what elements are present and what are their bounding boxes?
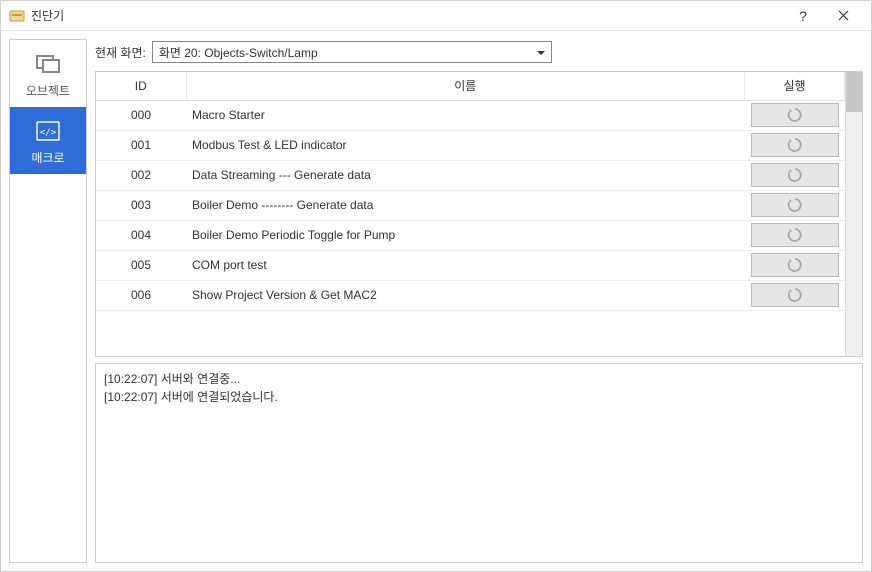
help-button[interactable]: ? (783, 2, 823, 30)
screen-label: 현재 화면: (95, 44, 146, 61)
sidebar: 오브젝트 </> 매크로 (9, 39, 87, 563)
screen-dropdown[interactable]: 화면 20: Objects-Switch/Lamp (152, 41, 552, 63)
macro-icon: </> (14, 117, 82, 145)
window-title: 진단기 (31, 7, 783, 24)
run-icon (787, 137, 803, 153)
table-row[interactable]: 001Modbus Test & LED indicator (96, 130, 845, 160)
run-button[interactable] (751, 103, 839, 127)
cell-name: Macro Starter (186, 100, 745, 130)
macro-table-container: ID 이름 실행 000Macro Starter001Modbus Test … (95, 71, 863, 357)
run-button[interactable] (751, 223, 839, 247)
table-row[interactable]: 000Macro Starter (96, 100, 845, 130)
chevron-down-icon (527, 45, 545, 59)
log-line: [10:22:07] 서버에 연결되었습니다. (104, 388, 854, 406)
cell-id: 002 (96, 160, 186, 190)
cell-id: 006 (96, 280, 186, 310)
run-button[interactable] (751, 193, 839, 217)
cell-id: 001 (96, 130, 186, 160)
sidebar-item-label: 매크로 (14, 149, 82, 166)
cell-id: 004 (96, 220, 186, 250)
run-icon (787, 107, 803, 123)
table-row[interactable]: 003Boiler Demo -------- Generate data (96, 190, 845, 220)
run-icon (787, 167, 803, 183)
cell-name: Boiler Demo Periodic Toggle for Pump (186, 220, 745, 250)
run-icon (787, 257, 803, 273)
cell-name: Show Project Version & Get MAC2 (186, 280, 745, 310)
cell-name: COM port test (186, 250, 745, 280)
col-header-id[interactable]: ID (96, 72, 186, 100)
log-panel[interactable]: [10:22:07] 서버와 연결중...[10:22:07] 서버에 연결되었… (95, 363, 863, 563)
sidebar-item-macro[interactable]: </> 매크로 (10, 107, 86, 174)
macro-table-scroll: ID 이름 실행 000Macro Starter001Modbus Test … (96, 72, 845, 356)
cell-run (745, 100, 845, 130)
run-button[interactable] (751, 283, 839, 307)
cell-run (745, 220, 845, 250)
screen-selector-row: 현재 화면: 화면 20: Objects-Switch/Lamp (95, 39, 863, 65)
scrollbar-thumb[interactable] (846, 72, 862, 112)
table-row[interactable]: 005COM port test (96, 250, 845, 280)
run-button[interactable] (751, 133, 839, 157)
titlebar: 진단기 ? (1, 1, 871, 31)
diagnostic-window: 진단기 ? 오브젝트 </> (0, 0, 872, 572)
col-header-run[interactable]: 실행 (745, 72, 845, 100)
cell-id: 005 (96, 250, 186, 280)
app-icon (9, 8, 25, 24)
table-row[interactable]: 002Data Streaming --- Generate data (96, 160, 845, 190)
cell-run (745, 130, 845, 160)
cell-run (745, 160, 845, 190)
svg-text:</>: </> (40, 128, 57, 138)
cell-name: Boiler Demo -------- Generate data (186, 190, 745, 220)
table-row[interactable]: 004Boiler Demo Periodic Toggle for Pump (96, 220, 845, 250)
log-line: [10:22:07] 서버와 연결중... (104, 370, 854, 388)
object-icon (14, 50, 82, 78)
body: 오브젝트 </> 매크로 현재 화면: 화면 20: Objects-Switc… (1, 31, 871, 571)
run-icon (787, 287, 803, 303)
run-icon (787, 197, 803, 213)
screen-dropdown-value: 화면 20: Objects-Switch/Lamp (159, 44, 527, 61)
col-header-name[interactable]: 이름 (186, 72, 745, 100)
cell-name: Modbus Test & LED indicator (186, 130, 745, 160)
main-panel: 현재 화면: 화면 20: Objects-Switch/Lamp ID 이름 (95, 39, 863, 563)
cell-run (745, 190, 845, 220)
macro-table: ID 이름 실행 000Macro Starter001Modbus Test … (96, 72, 845, 311)
sidebar-item-object[interactable]: 오브젝트 (10, 40, 86, 107)
vertical-scrollbar[interactable] (845, 72, 862, 356)
cell-name: Data Streaming --- Generate data (186, 160, 745, 190)
table-row[interactable]: 006Show Project Version & Get MAC2 (96, 280, 845, 310)
sidebar-item-label: 오브젝트 (14, 82, 82, 99)
cell-run (745, 280, 845, 310)
run-button[interactable] (751, 253, 839, 277)
close-button[interactable] (823, 2, 863, 30)
cell-id: 003 (96, 190, 186, 220)
cell-id: 000 (96, 100, 186, 130)
run-icon (787, 227, 803, 243)
cell-run (745, 250, 845, 280)
table-header-row: ID 이름 실행 (96, 72, 845, 100)
run-button[interactable] (751, 163, 839, 187)
